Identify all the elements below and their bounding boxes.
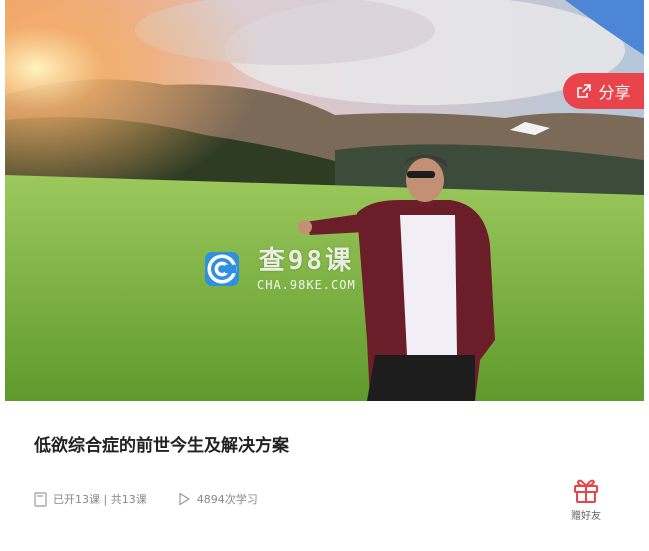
- share-button[interactable]: 分享: [563, 73, 644, 109]
- watermark: 查98课 CHA.98KE.COM: [205, 246, 356, 292]
- share-label: 分享: [598, 83, 631, 102]
- lessons-count: 已开13课 | 共13课: [53, 493, 147, 506]
- views-count: 4894次学习: [196, 493, 258, 506]
- watermark-url-text: CHA.98KE.COM: [257, 278, 356, 292]
- gift-label: 赠好友: [571, 511, 601, 522]
- course-meta: 已开13课 | 共13课 4894次学习: [34, 491, 258, 507]
- lessons-info: 已开13课 | 共13课: [34, 491, 147, 507]
- watermark-main-text: 查98课: [258, 246, 354, 276]
- gift-icon: [574, 479, 598, 503]
- gift-friend-button[interactable]: 赠好友: [566, 477, 606, 522]
- course-cover-image: 分享 查98课 CHA.98KE.COM: [5, 0, 644, 401]
- landscape-illustration: [5, 0, 644, 401]
- watermark-logo-icon: [205, 252, 239, 286]
- play-icon: [179, 492, 190, 506]
- course-title: 低欲综合症的前世今生及解决方案: [34, 436, 289, 456]
- share-icon: [577, 84, 592, 98]
- document-icon: [34, 491, 47, 507]
- views-info: 4894次学习: [177, 491, 258, 507]
